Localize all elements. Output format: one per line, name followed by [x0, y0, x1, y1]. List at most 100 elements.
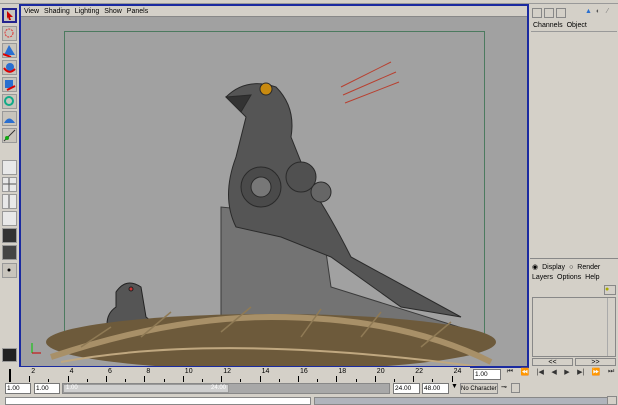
- timeline-tick: [298, 376, 299, 382]
- timeline-tick-label: 24: [453, 368, 462, 375]
- new-layer-icon[interactable]: ●: [604, 285, 616, 295]
- perspective-viewport[interactable]: View Shading Lighting Show Panels: [19, 4, 529, 368]
- playback-controls: ⏮ ⏪ |◀ ◀ ▶ ▶| ⏩ ⏭: [503, 368, 618, 380]
- timeline-tick: [163, 379, 165, 382]
- range-slider-end: 24.00: [210, 385, 226, 391]
- command-line-input[interactable]: [5, 397, 311, 405]
- scene-render: [46, 61, 496, 366]
- layout-four-icon[interactable]: [2, 177, 17, 192]
- channel-box-icon[interactable]: [532, 8, 542, 18]
- display-radio[interactable]: ◉: [532, 263, 538, 271]
- timeline-tick: [67, 376, 69, 382]
- timeline-tick: [259, 376, 261, 382]
- menu-options[interactable]: Options: [557, 274, 581, 281]
- script-editor-icon[interactable]: [607, 396, 617, 405]
- pin-icon[interactable]: ⁄: [607, 8, 616, 18]
- menu-layers[interactable]: Layers: [532, 274, 553, 281]
- render-label: Render: [577, 263, 601, 271]
- menu-channels[interactable]: Channels: [533, 22, 563, 31]
- timeline-tick: [106, 376, 107, 382]
- attribute-editor-icon[interactable]: ▲: [585, 8, 594, 18]
- layer-scrollbar[interactable]: [607, 298, 615, 356]
- timeline-tick: [374, 376, 376, 382]
- step-forward-key-icon[interactable]: ▶|: [577, 368, 584, 380]
- time-slider[interactable]: 2 4 6 8 10 12 14 16 18 20 22 24: [6, 367, 470, 382]
- animation-prefs-icon[interactable]: [511, 383, 520, 393]
- go-to-end-icon[interactable]: ⏭: [608, 368, 614, 380]
- timeline-tick: [355, 379, 357, 382]
- layer-menu: Layers Options Help: [532, 274, 600, 281]
- menu-object[interactable]: Object: [567, 22, 587, 31]
- layout-single-icon[interactable]: [2, 160, 17, 175]
- channel-box-panel: ▲ ◐ ⁄ Channels Object ◉ Display ○ Render L…: [530, 5, 618, 367]
- viewport-menu-bar: View Shading Lighting Show Panels: [21, 6, 527, 17]
- menu-show[interactable]: Show: [104, 6, 122, 16]
- end-time-field[interactable]: 48.00: [422, 383, 449, 394]
- timeline-tick-label: 12: [223, 368, 231, 375]
- menu-help[interactable]: Help: [585, 274, 599, 281]
- play-forward-icon[interactable]: ▶: [564, 368, 569, 380]
- timeline-tick-label: 22: [415, 368, 423, 375]
- lasso-tool-icon[interactable]: [2, 26, 17, 41]
- play-backward-icon[interactable]: ◀: [551, 368, 556, 380]
- step-back-icon[interactable]: ⏪: [521, 368, 530, 380]
- move-tool-icon[interactable]: [2, 43, 17, 58]
- layout-render-icon[interactable]: [2, 245, 17, 260]
- scale-tool-icon[interactable]: [2, 77, 17, 92]
- tool-settings-icon[interactable]: ◐: [596, 8, 605, 18]
- timeline-tick: [451, 376, 453, 382]
- step-back-key-icon[interactable]: |◀: [537, 368, 544, 380]
- timeline-tick: [432, 379, 434, 382]
- range-slider-handle[interactable]: 1.00 24.00: [63, 384, 229, 393]
- timeline-tick: [394, 379, 395, 382]
- display-label: Display: [542, 263, 566, 271]
- layout-hypershade-icon[interactable]: [2, 228, 17, 243]
- range-slider[interactable]: 1.00 24.00: [62, 383, 390, 394]
- go-to-start-icon[interactable]: ⏮: [507, 368, 513, 380]
- timeline-tick-label: 16: [300, 368, 308, 375]
- current-time-marker[interactable]: [9, 369, 11, 382]
- timeline-tick: [202, 379, 203, 382]
- layout-dot-icon[interactable]: [2, 263, 17, 278]
- select-tool-icon[interactable]: [2, 8, 17, 23]
- channel-layer-icon[interactable]: [544, 8, 554, 18]
- layout-outliner-icon[interactable]: [2, 211, 17, 226]
- timeline-tick: [413, 376, 415, 382]
- timeline-tick: [336, 376, 338, 382]
- layout-split-icon[interactable]: [2, 194, 17, 209]
- playback-end-field[interactable]: 24.00: [393, 383, 420, 394]
- last-tool-icon[interactable]: [2, 128, 17, 143]
- layer-editor-icon[interactable]: [556, 8, 566, 18]
- character-set-field[interactable]: No Character Set: [460, 383, 498, 394]
- timeline-tick: [144, 376, 146, 382]
- current-time-field[interactable]: 1.00: [473, 369, 501, 380]
- channel-box-toolbar: ▲ ◐ ⁄: [532, 8, 616, 21]
- menu-shading[interactable]: Shading: [44, 6, 70, 16]
- auto-key-icon[interactable]: ⊸: [501, 383, 507, 391]
- menu-panels[interactable]: Panels: [127, 6, 148, 16]
- channel-box-menu: Channels Object: [531, 22, 617, 32]
- scroll-right-button[interactable]: >>: [575, 358, 616, 366]
- start-time-field[interactable]: 1.00: [5, 383, 31, 394]
- step-forward-icon[interactable]: ⏩: [592, 368, 601, 380]
- timeline-tick: [48, 379, 50, 382]
- scroll-left-button[interactable]: <<: [532, 358, 573, 366]
- timeline-tick: [29, 376, 31, 382]
- layer-mode: ◉ Display ○ Render: [532, 263, 601, 272]
- playback-start-field[interactable]: 1.00: [34, 383, 60, 394]
- timeline-tick-label: 4: [69, 368, 74, 375]
- character-set-dropdown-icon[interactable]: ▼: [451, 383, 459, 394]
- toolbox: [0, 5, 19, 363]
- menu-lighting[interactable]: Lighting: [75, 6, 100, 16]
- menu-view[interactable]: View: [24, 6, 39, 16]
- render-radio[interactable]: ○: [569, 264, 573, 271]
- layer-list[interactable]: [532, 297, 616, 357]
- manipulator-tool-icon[interactable]: [2, 94, 17, 109]
- timeline-tick-label: 6: [108, 368, 112, 375]
- rotate-tool-icon[interactable]: [2, 60, 17, 75]
- timeline-tick: [240, 379, 242, 382]
- timeline-tick-label: 2: [31, 368, 36, 375]
- soft-mod-tool-icon[interactable]: [2, 111, 17, 126]
- axis-gizmo: [29, 341, 43, 355]
- timeline-tick-label: 10: [184, 368, 193, 375]
